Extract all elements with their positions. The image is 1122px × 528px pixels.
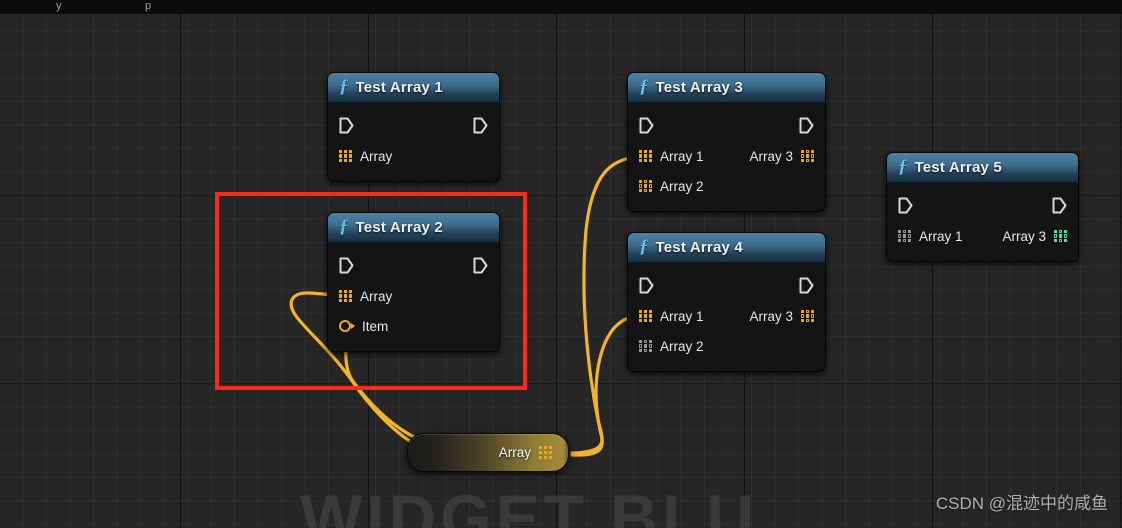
node-title: Test Array 2 [355,219,443,236]
pin-row: Item [328,311,499,341]
pin-row: Array 2 [628,171,825,201]
exec-pin-icon[interactable] [1052,197,1067,214]
array-grid-icon[interactable] [801,149,814,163]
pin-row: Array 1 Array 3 [628,301,825,331]
node-body: Array 1 Array 3 Array 2 [628,103,825,211]
output-pin-group: Array 3 [1002,229,1067,244]
array-grid-icon[interactable] [639,339,652,353]
node-test-array-1[interactable]: ƒ Test Array 1 Array [327,72,500,182]
exec-row [628,269,825,301]
input-pin-label: Array [360,288,393,304]
input-pin-label: Array 2 [660,178,704,194]
array-grid-icon[interactable] [339,289,352,303]
node-title: Test Array 3 [655,79,743,96]
csdn-watermark: CSDN @混迹中的咸鱼 [935,494,1108,513]
output-pin-label: Array 3 [1002,228,1046,244]
exec-row [887,189,1078,221]
input-pin-label: Array 1 [660,308,704,324]
node-test-array-2[interactable]: ƒ Test Array 2 Array Item [327,212,500,352]
exec-pin-icon[interactable] [339,257,354,274]
function-f-icon: ƒ [639,236,649,257]
input-pin-label: Array 1 [660,148,704,164]
toolbar-strip[interactable]: y p [0,0,1122,14]
array-variable-label: Array [498,445,531,460]
exec-pin-icon[interactable] [639,277,654,294]
input-pin-group: Array 2 [639,339,704,354]
output-pin-group: Array 3 [749,149,814,164]
input-pin-group: Array 1 [898,229,963,244]
input-pin-label: Array 1 [919,228,963,244]
array-grid-icon[interactable] [639,149,652,163]
pin-row: Array [328,141,499,171]
function-f-icon: ƒ [639,76,649,97]
toolbar-fragment-left: y [56,0,62,12]
input-pin-group: Array 1 [639,149,704,164]
array-grid-icon[interactable] [539,446,552,459]
node-header[interactable]: ƒ Test Array 1 [328,73,499,103]
input-pin-group: Array [339,149,392,164]
node-header[interactable]: ƒ Test Array 5 [887,153,1078,183]
node-body: Array 1 Array 3 [887,183,1078,261]
input-pin-group: Item [339,319,388,334]
pin-row: Array 2 [628,331,825,361]
node-header[interactable]: ƒ Test Array 2 [328,213,499,243]
node-test-array-3[interactable]: ƒ Test Array 3 Array 1 Array 3 Array 2 [627,72,826,212]
input-pin-group: Array 1 [639,309,704,324]
pin-row: Array [328,281,499,311]
pin-row: Array 1 Array 3 [628,141,825,171]
array-grid-icon[interactable] [639,179,652,193]
node-body: Array 1 Array 3 Array 2 [628,263,825,371]
output-pin-label: Array 3 [749,308,793,324]
array-grid-icon[interactable] [801,309,814,323]
array-grid-icon[interactable] [339,149,352,163]
input-pin-label: Item [362,318,389,334]
output-pin-label: Array 3 [749,148,793,164]
input-pin-group: Array 2 [639,179,704,194]
node-test-array-4[interactable]: ƒ Test Array 4 Array 1 Array 3 Array 2 [627,232,826,372]
function-f-icon: ƒ [339,216,349,237]
exec-pin-icon[interactable] [473,117,488,134]
exec-row [628,109,825,141]
input-pin-label: Array 2 [660,338,704,354]
node-header[interactable]: ƒ Test Array 3 [628,73,825,103]
array-grid-icon[interactable] [1054,229,1067,243]
node-title: Test Array 1 [355,79,443,96]
exec-row [328,109,499,141]
exec-pin-icon[interactable] [799,277,814,294]
node-title: Test Array 4 [655,239,743,256]
blueprint-graph-canvas[interactable]: WIDGET BLU ƒ Test Array 1 Array ƒ Test Array… [0,0,1122,528]
array-grid-icon[interactable] [898,229,911,243]
exec-row [328,249,499,281]
node-body: Array [328,103,499,181]
array-variable-node[interactable]: Array [407,433,569,472]
exec-pin-icon[interactable] [639,117,654,134]
node-header[interactable]: ƒ Test Array 4 [628,233,825,263]
output-pin-group: Array 3 [749,309,814,324]
wildcard-pin-icon[interactable] [339,319,355,333]
pin-row: Array 1 Array 3 [887,221,1078,251]
node-body: Array Item [328,243,499,351]
toolbar-fragment-mid: p [145,0,152,12]
function-f-icon: ƒ [898,156,908,177]
exec-pin-icon[interactable] [898,197,913,214]
input-pin-label: Array [360,148,393,164]
input-pin-group: Array [339,289,392,304]
node-title: Test Array 5 [914,159,1002,176]
exec-pin-icon[interactable] [339,117,354,134]
array-grid-icon[interactable] [639,309,652,323]
exec-pin-icon[interactable] [473,257,488,274]
exec-pin-icon[interactable] [799,117,814,134]
node-test-array-5[interactable]: ƒ Test Array 5 Array 1 Array 3 [886,152,1079,262]
function-f-icon: ƒ [339,76,349,97]
